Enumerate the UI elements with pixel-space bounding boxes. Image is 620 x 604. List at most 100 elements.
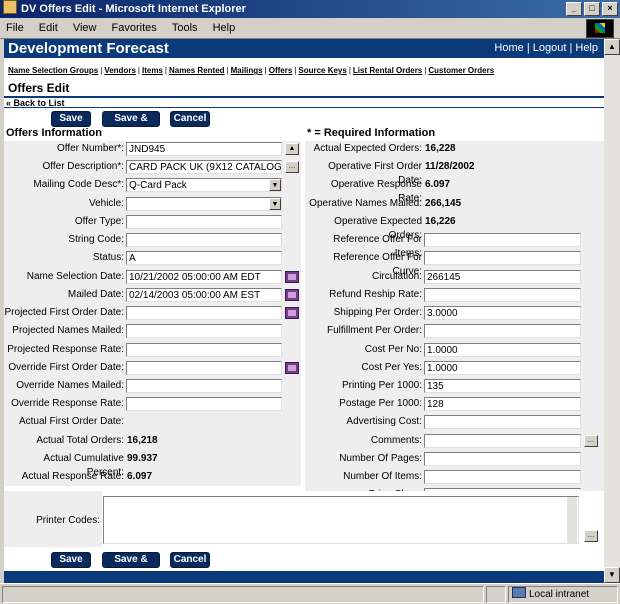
nav-customer-orders[interactable]: Customer Orders <box>428 66 494 75</box>
scroll-up-arrow-icon[interactable]: ▲ <box>604 39 620 55</box>
calendar-icon[interactable] <box>285 289 299 301</box>
reference-offer-for-curve-input[interactable] <box>424 251 581 265</box>
offer-description-input[interactable]: CARD PACK UK (9X12 CATALOG) <box>126 160 282 174</box>
nav-names-rented[interactable]: Names Rented <box>169 66 225 75</box>
save-button[interactable]: Save <box>51 111 91 127</box>
projected-response-rate-label: Projected Response Rate: <box>7 344 124 355</box>
shipping-per-order-input[interactable]: 3.0000 <box>424 306 581 320</box>
override-first-order-date-input[interactable] <box>126 361 282 375</box>
cancel-button-bottom[interactable]: Cancel <box>170 552 210 568</box>
chevron-down-icon[interactable]: ▼ <box>269 179 281 191</box>
cost-per-yes-input[interactable]: 1.0000 <box>424 361 581 375</box>
comments-expand-button[interactable]: … <box>584 435 598 447</box>
shipping-per-order-value: 3.0000 <box>427 308 458 319</box>
page-scrollbar[interactable]: ▲ ▼ <box>604 39 620 583</box>
status-input[interactable]: A <box>126 251 282 265</box>
app-header: Development Forecast Home | Logout | Hel… <box>4 39 604 58</box>
string-code-input[interactable] <box>126 233 282 247</box>
offer-number-input[interactable]: JND945 <box>126 142 282 156</box>
printer-codes-textarea[interactable] <box>103 496 579 544</box>
name-selection-date-input[interactable]: 10/21/2002 05:00:00 AM EDT <box>126 270 282 284</box>
save-and-new-button-bottom[interactable]: Save & New <box>102 552 160 579</box>
operative-response-rate-value: 6.097 <box>425 179 451 190</box>
printer-codes-expand-button[interactable]: … <box>584 530 598 542</box>
calendar-icon[interactable] <box>285 307 299 319</box>
computer-icon <box>512 587 526 598</box>
projected-response-rate-input[interactable] <box>126 343 282 357</box>
help-link[interactable]: Help <box>575 42 598 54</box>
menu-favorites[interactable]: Favorites <box>112 18 157 38</box>
security-zone-label: Local intranet <box>529 589 590 600</box>
number-of-items-input[interactable] <box>424 470 581 484</box>
nav-offers[interactable]: Offers <box>269 66 293 75</box>
maximize-button[interactable]: □ <box>584 2 600 16</box>
status-message <box>2 586 484 603</box>
printing-per-1000-value: 135 <box>427 381 444 392</box>
projected-names-mailed-input[interactable] <box>126 324 282 338</box>
scroll-down-arrow-icon[interactable]: ▼ <box>604 567 620 583</box>
projected-first-order-date-input[interactable] <box>126 306 282 320</box>
save-button-bottom[interactable]: Save <box>51 552 91 568</box>
override-names-mailed-input[interactable] <box>126 379 282 393</box>
advertising-cost-input[interactable] <box>424 415 581 429</box>
security-zone: Local intranet <box>508 586 618 603</box>
menu-file[interactable]: File <box>6 18 24 38</box>
home-link[interactable]: Home <box>494 42 523 54</box>
page-content: Development Forecast Home | Logout | Hel… <box>4 39 604 583</box>
menu-view[interactable]: View <box>73 18 97 38</box>
number-of-pages-input[interactable] <box>424 452 581 466</box>
postage-per-1000-input[interactable]: 128 <box>424 397 581 411</box>
comments-label: Comments: <box>370 435 422 446</box>
nav-name-selection-groups[interactable]: Name Selection Groups <box>8 66 98 75</box>
status-cell <box>486 586 506 603</box>
mailing-code-desc-select[interactable]: Q-Card Pack ▼ <box>126 178 282 192</box>
reference-offer-for-items-input[interactable] <box>424 233 581 247</box>
nav-source-keys[interactable]: Source Keys <box>298 66 346 75</box>
status-bar: Local intranet <box>0 583 620 604</box>
calendar-icon[interactable] <box>285 362 299 374</box>
mailing-code-desc-label: Mailing Code Desc*: <box>33 179 124 190</box>
calendar-icon[interactable] <box>285 271 299 283</box>
actual-total-orders-value: 16,218 <box>127 435 158 446</box>
nav-mailings[interactable]: Mailings <box>231 66 263 75</box>
override-first-order-date-label: Override First Order Date: <box>8 362 124 373</box>
vehicle-select[interactable]: ▼ <box>126 197 282 211</box>
mailed-date-input[interactable]: 02/14/2003 05:00:00 AM EST <box>126 288 282 302</box>
nav-vendors[interactable]: Vendors <box>104 66 136 75</box>
name-selection-date-label: Name Selection Date: <box>26 271 124 282</box>
actual-response-rate-label: Actual Response Rate: <box>21 471 124 482</box>
actual-response-rate-value: 6.097 <box>127 471 153 482</box>
logout-link[interactable]: Logout <box>533 42 567 54</box>
printing-per-1000-input[interactable]: 135 <box>424 379 581 393</box>
save-and-new-button[interactable]: Save & New <box>102 111 160 138</box>
override-response-rate-input[interactable] <box>126 397 282 411</box>
offer-number-up-arrow-icon[interactable]: ▲ <box>285 143 299 155</box>
override-response-rate-label: Override Response Rate: <box>11 398 124 409</box>
comments-input[interactable] <box>424 434 581 448</box>
menu-tools[interactable]: Tools <box>172 18 198 38</box>
shipping-per-order-label: Shipping Per Order: <box>333 307 422 318</box>
mailed-date-value: 02/14/2003 05:00:00 AM EST <box>129 290 261 301</box>
refund-reship-rate-input[interactable] <box>424 288 581 302</box>
offer-type-input[interactable] <box>126 215 282 229</box>
close-button[interactable]: × <box>602 2 618 16</box>
divider <box>4 96 604 98</box>
offers-information-heading: Offers Information <box>6 127 102 139</box>
fulfillment-per-order-input[interactable] <box>424 324 581 338</box>
minimize-button[interactable]: _ <box>566 2 582 16</box>
actual-expected-orders-label: Actual Expected Orders: <box>313 143 422 154</box>
cancel-button[interactable]: Cancel <box>170 111 210 127</box>
required-info-note: * = Required Information <box>307 127 436 139</box>
nav-items[interactable]: Items <box>142 66 163 75</box>
chevron-down-icon[interactable]: ▼ <box>269 198 281 210</box>
cost-per-no-input[interactable]: 1.0000 <box>424 343 581 357</box>
nav-list-rental-orders[interactable]: List Rental Orders <box>353 66 422 75</box>
menu-edit[interactable]: Edit <box>39 18 58 38</box>
section-nav: Name Selection Groups | Vendors | Items | Name… <box>8 66 495 75</box>
textarea-scrollbar[interactable] <box>567 497 577 544</box>
description-expand-button[interactable]: … <box>285 161 299 173</box>
page-title: Offers Edit <box>8 81 70 95</box>
circulation-input[interactable]: 266145 <box>424 270 581 284</box>
status-value: A <box>129 253 136 264</box>
menu-help[interactable]: Help <box>213 18 236 38</box>
